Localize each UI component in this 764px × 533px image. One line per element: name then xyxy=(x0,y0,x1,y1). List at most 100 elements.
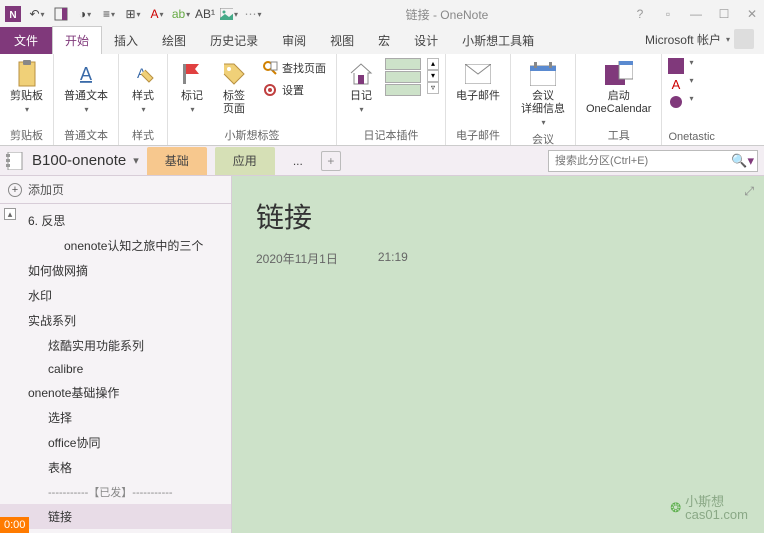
onetastic-icon-2[interactable]: A xyxy=(668,76,684,92)
tab-design[interactable]: 设计 xyxy=(402,27,450,54)
font-icon[interactable]: A▾ xyxy=(148,5,166,23)
page-item[interactable]: onenote认知之旅中的三个 xyxy=(0,233,231,258)
scroll-up-icon[interactable]: ▴ xyxy=(4,208,16,220)
page-time[interactable]: 21:19 xyxy=(378,250,408,267)
add-page-button[interactable]: + 添加页 xyxy=(0,176,231,204)
page-item[interactable]: 实战系列 xyxy=(0,308,231,333)
search-icon[interactable]: 🔍▾ xyxy=(731,153,754,169)
chevron-down-icon: ▾ xyxy=(25,105,29,114)
group-label: 工具 xyxy=(582,125,655,143)
group-label: 日记本插件 xyxy=(343,125,439,143)
styles-label: 样式 xyxy=(132,90,154,103)
ribbon-toggle-icon[interactable]: ▫ xyxy=(660,7,676,21)
maximize-icon[interactable]: ☐ xyxy=(716,7,732,21)
page-item[interactable]: 链接 xyxy=(0,504,231,529)
qat-icon-1[interactable]: ◑▾ xyxy=(76,5,94,23)
swatch[interactable] xyxy=(385,84,421,96)
tab-home[interactable]: 开始 xyxy=(52,26,102,54)
swatch[interactable] xyxy=(385,71,421,83)
section-tab-2[interactable]: 应用 xyxy=(215,147,275,175)
settings-button[interactable]: 设置 xyxy=(258,80,330,100)
add-page-label: 添加页 xyxy=(28,181,64,198)
page-title[interactable]: 链接 xyxy=(256,196,740,236)
chevron-down-icon[interactable]: ▾ xyxy=(689,94,693,110)
scroll-up-icon[interactable]: ▴ xyxy=(427,58,439,70)
chevron-down-icon: ▾ xyxy=(359,105,363,114)
onetastic-icon-1[interactable] xyxy=(668,58,684,74)
quick-access-toolbar: N ↶▾ ◑▾ ≡▾ ⊞▾ A▾ ab▾ AB¹ ▾ ⋯▾ xyxy=(4,5,262,23)
group-email: 电子邮件 电子邮件 xyxy=(446,54,511,145)
mark-button[interactable]: 标记 ▾ xyxy=(174,58,210,116)
qat-more-icon[interactable]: ⋯▾ xyxy=(244,5,262,23)
tab-addon[interactable]: 小斯想工具箱 xyxy=(450,27,546,54)
page-date[interactable]: 2020年11月1日 xyxy=(256,250,338,267)
diary-label: 日记 xyxy=(350,90,372,103)
undo-icon[interactable]: ↶▾ xyxy=(28,5,46,23)
tab-view[interactable]: 视图 xyxy=(318,27,366,54)
tab-history[interactable]: 历史记录 xyxy=(198,27,270,54)
tab-insert[interactable]: 插入 xyxy=(102,27,150,54)
section-overflow[interactable]: ... xyxy=(283,149,313,173)
page-item[interactable]: 水印 xyxy=(0,283,231,308)
page-content[interactable]: ⤢ 链接 2020年11月1日 21:19 xyxy=(232,176,764,533)
page-item[interactable]: 如何做网摘 xyxy=(0,258,231,283)
swatch[interactable] xyxy=(385,58,421,70)
qat-icon-2[interactable]: ≡▾ xyxy=(100,5,118,23)
onecalendar-label: 启动 OneCalendar xyxy=(586,90,651,116)
highlight-icon[interactable]: ab▾ xyxy=(172,5,190,23)
tagpage-label: 标签 页面 xyxy=(223,90,245,116)
onetastic-icon-3[interactable] xyxy=(668,94,684,110)
plaintext-button[interactable]: A 普通文本 ▾ xyxy=(60,58,112,116)
group-tags: 标记 ▾ 标签 页面 查找页面 设置 小斯想标签 xyxy=(168,54,337,145)
page-item[interactable]: 炫酷实用功能系列 xyxy=(0,333,231,358)
dock-icon[interactable] xyxy=(52,5,70,23)
email-button[interactable]: 电子邮件 xyxy=(452,58,504,105)
group-label: 电子邮件 xyxy=(452,125,504,143)
close-icon[interactable]: ✕ xyxy=(744,7,760,21)
chevron-down-icon[interactable]: ▾ xyxy=(689,76,693,92)
search-input[interactable] xyxy=(548,150,758,172)
page-item[interactable]: 表格 xyxy=(0,455,231,480)
expand-icon[interactable]: ▿ xyxy=(427,82,439,94)
tab-review[interactable]: 审阅 xyxy=(270,27,318,54)
qat-icon-3[interactable]: ⊞▾ xyxy=(124,5,142,23)
findpage-label: 查找页面 xyxy=(282,60,326,76)
notebook-selector[interactable]: B100-onenote ▾ xyxy=(6,152,139,170)
section-tab-1[interactable]: 基础 xyxy=(147,147,207,175)
page-item[interactable]: onenote基础操作 xyxy=(0,380,231,405)
minimize-icon[interactable]: — xyxy=(688,7,704,21)
wechat-icon: ❂ xyxy=(670,500,681,516)
svg-text:A: A xyxy=(80,64,92,84)
chevron-down-icon: ▾ xyxy=(541,118,545,127)
onecalendar-button[interactable]: 启动 OneCalendar xyxy=(582,58,655,118)
search-icon xyxy=(262,60,278,76)
chevron-down-icon[interactable]: ▾ xyxy=(689,58,693,74)
page-item[interactable]: calibre xyxy=(0,358,231,380)
page-item[interactable]: 6. 反思 xyxy=(0,208,231,233)
paste-button[interactable]: 剪贴板 ▾ xyxy=(6,58,47,116)
paste-label: 剪贴板 xyxy=(10,90,43,103)
search-box: 🔍▾ xyxy=(548,150,758,172)
tab-macro[interactable]: 宏 xyxy=(366,27,402,54)
page-item[interactable]: office协同 xyxy=(0,430,231,455)
account-area[interactable]: Microsoft 帐户 ▾ xyxy=(635,24,764,54)
onenote-icon[interactable]: N xyxy=(4,5,22,23)
expand-icon[interactable]: ⤢ xyxy=(744,184,754,199)
tagpage-button[interactable]: 标签 页面 xyxy=(216,58,252,118)
tab-draw[interactable]: 绘图 xyxy=(150,27,198,54)
scroll-down-icon[interactable]: ▾ xyxy=(427,70,439,82)
file-tab[interactable]: 文件 xyxy=(0,27,52,54)
help-icon[interactable]: ? xyxy=(632,7,648,21)
notebook-name: B100-onenote xyxy=(32,152,126,169)
styles-button[interactable]: A 样式 ▾ xyxy=(125,58,161,116)
add-section-button[interactable]: + xyxy=(321,151,341,171)
page-item[interactable]: 选择 xyxy=(0,405,231,430)
watermark: ❂ 小斯想 cas01.com xyxy=(670,495,748,521)
page-item[interactable]: -----------【已发】----------- xyxy=(0,480,231,504)
meeting-button[interactable]: 会议 详细信息 ▾ xyxy=(517,58,569,129)
findpage-button[interactable]: 查找页面 xyxy=(258,58,330,78)
group-label: 剪贴板 xyxy=(6,125,47,143)
image-icon[interactable]: ▾ xyxy=(220,5,238,23)
diary-button[interactable]: 日记 ▾ xyxy=(343,58,379,116)
footnote-icon[interactable]: AB¹ xyxy=(196,5,214,23)
